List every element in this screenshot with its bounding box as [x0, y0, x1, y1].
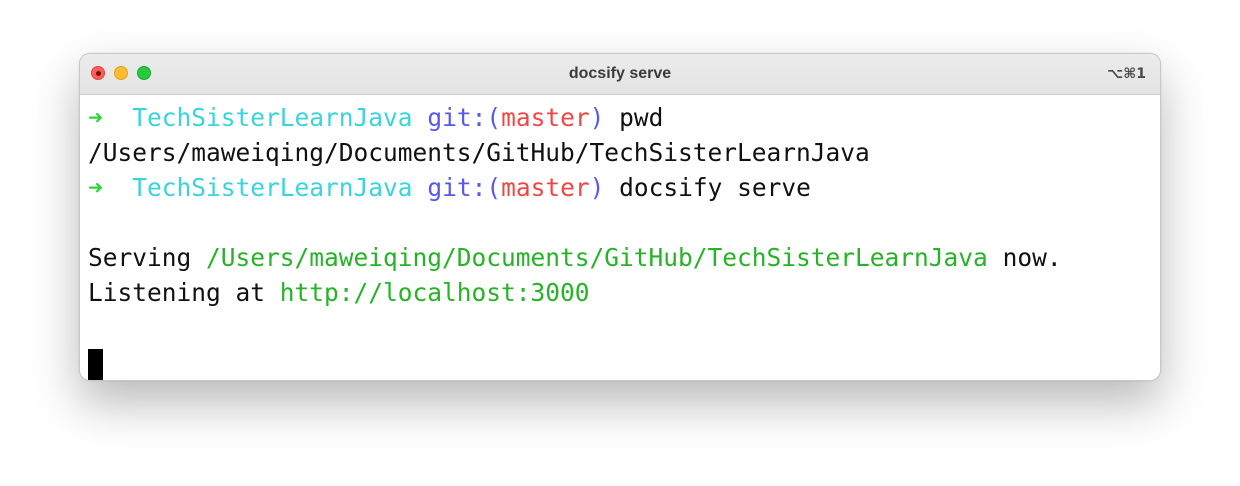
window-shortcut: ⌥⌘1: [1107, 66, 1146, 82]
window-title: docsify serve: [568, 65, 672, 82]
terminal-output[interactable]: ➜ TechSisterLearnJava git:(master) pwd /…: [88, 100, 1152, 380]
terminal-line-empty: [88, 310, 1152, 345]
prompt-branch: master: [501, 103, 590, 132]
terminal-line: Serving /Users/maweiqing/Documents/GitHu…: [88, 240, 1152, 275]
prompt-git-open: git:(: [427, 173, 502, 202]
terminal-window: docsify serve ⌥⌘1 ➜ TechSisterLearnJava …: [79, 53, 1161, 381]
served-path: /Users/maweiqing/Documents/GitHub/TechSi…: [206, 243, 988, 272]
terminal-line-empty: [88, 205, 1152, 240]
terminal-line: Listening at http://localhost:3000: [88, 275, 1152, 310]
prompt-directory: TechSisterLearnJava: [132, 103, 413, 132]
prompt-git-close: ): [589, 103, 605, 132]
output-text: Serving: [88, 243, 192, 272]
terminal-line: /Users/maweiqing/Documents/GitHub/TechSi…: [88, 135, 1152, 170]
output-text: now.: [1002, 243, 1062, 272]
title-bar[interactable]: docsify serve ⌥⌘1: [80, 54, 1160, 95]
command-text: docsify serve: [619, 173, 811, 202]
terminal-line: ➜ TechSisterLearnJava git:(master) pwd: [88, 100, 1152, 135]
prompt-git-close: ): [589, 173, 605, 202]
prompt-branch: master: [501, 173, 590, 202]
output-text: Listening at: [88, 278, 266, 307]
output-text: /Users/maweiqing/Documents/GitHub/TechSi…: [88, 138, 870, 167]
cursor-line: [88, 345, 1152, 380]
localhost-link[interactable]: http://localhost:3000: [280, 278, 590, 307]
prompt-git-open: git:(: [427, 103, 502, 132]
prompt-arrow: ➜: [88, 173, 103, 202]
command-text: pwd: [619, 103, 664, 132]
text-cursor: [88, 349, 103, 380]
terminal-line: ➜ TechSisterLearnJava git:(master) docsi…: [88, 170, 1152, 205]
prompt-arrow: ➜: [88, 103, 103, 132]
prompt-directory: TechSisterLearnJava: [132, 173, 413, 202]
